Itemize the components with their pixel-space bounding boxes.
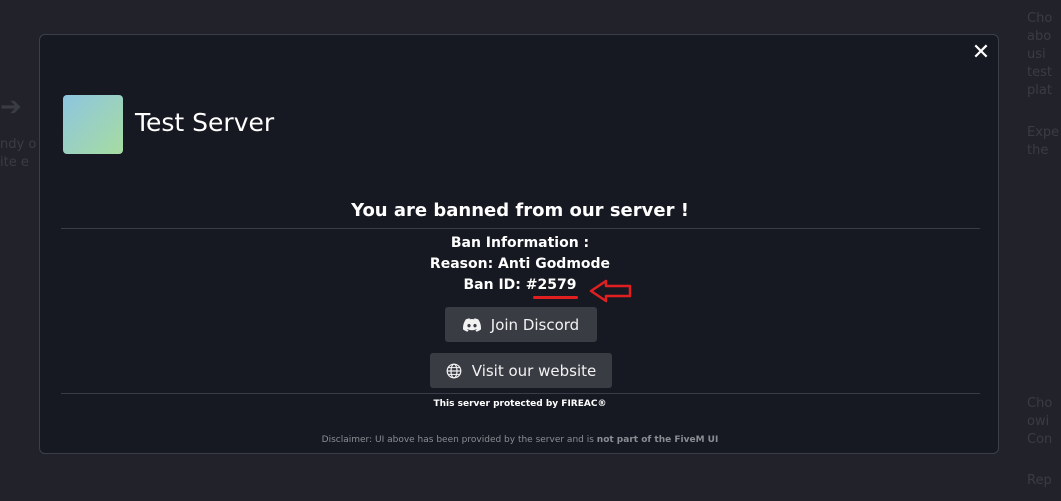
divider-top: [61, 228, 980, 229]
background-arrow-icon: ➔: [0, 92, 22, 122]
protected-notice: This server protected by FIREAC®: [433, 399, 607, 409]
discord-icon: [462, 317, 481, 332]
annotation-underline: [533, 296, 578, 299]
server-logo: [63, 95, 123, 154]
server-name: Test Server: [135, 108, 275, 137]
background-text-right-top: Cho abo usi test plat: [1027, 11, 1053, 98]
visit-website-label: Visit our website: [471, 361, 597, 380]
ban-info-title: Ban Information :: [450, 235, 590, 251]
join-discord-label: Join Discord: [490, 315, 580, 334]
left-arrow-annotation: [589, 279, 633, 307]
visit-website-button[interactable]: Visit our website: [430, 353, 612, 388]
background-text-right-bottom: Cho owi Con: [1027, 396, 1053, 447]
ban-reason: Reason: Anti Godmode: [429, 256, 611, 272]
disclaimer-text: Disclaimer: UI above has been provided b…: [321, 435, 597, 445]
disclaimer-bold: not part of the FiveM UI: [596, 435, 719, 445]
disclaimer: Disclaimer: UI above has been provided b…: [40, 435, 1000, 445]
close-icon[interactable]: ✕: [971, 42, 991, 64]
join-discord-button[interactable]: Join Discord: [445, 307, 597, 342]
divider-bottom: [61, 393, 980, 394]
background-text-right-bottom2: Rep: [1027, 473, 1052, 488]
ban-modal: ✕ Test Server You are banned from our se…: [39, 34, 999, 454]
globe-icon: [446, 363, 462, 379]
background-text-right-mid: Expe the: [1027, 125, 1060, 158]
background-text-left: ndy o ite e: [0, 137, 37, 170]
ban-id: Ban ID: #2579: [463, 277, 577, 293]
ban-headline: You are banned from our server !: [351, 200, 689, 221]
